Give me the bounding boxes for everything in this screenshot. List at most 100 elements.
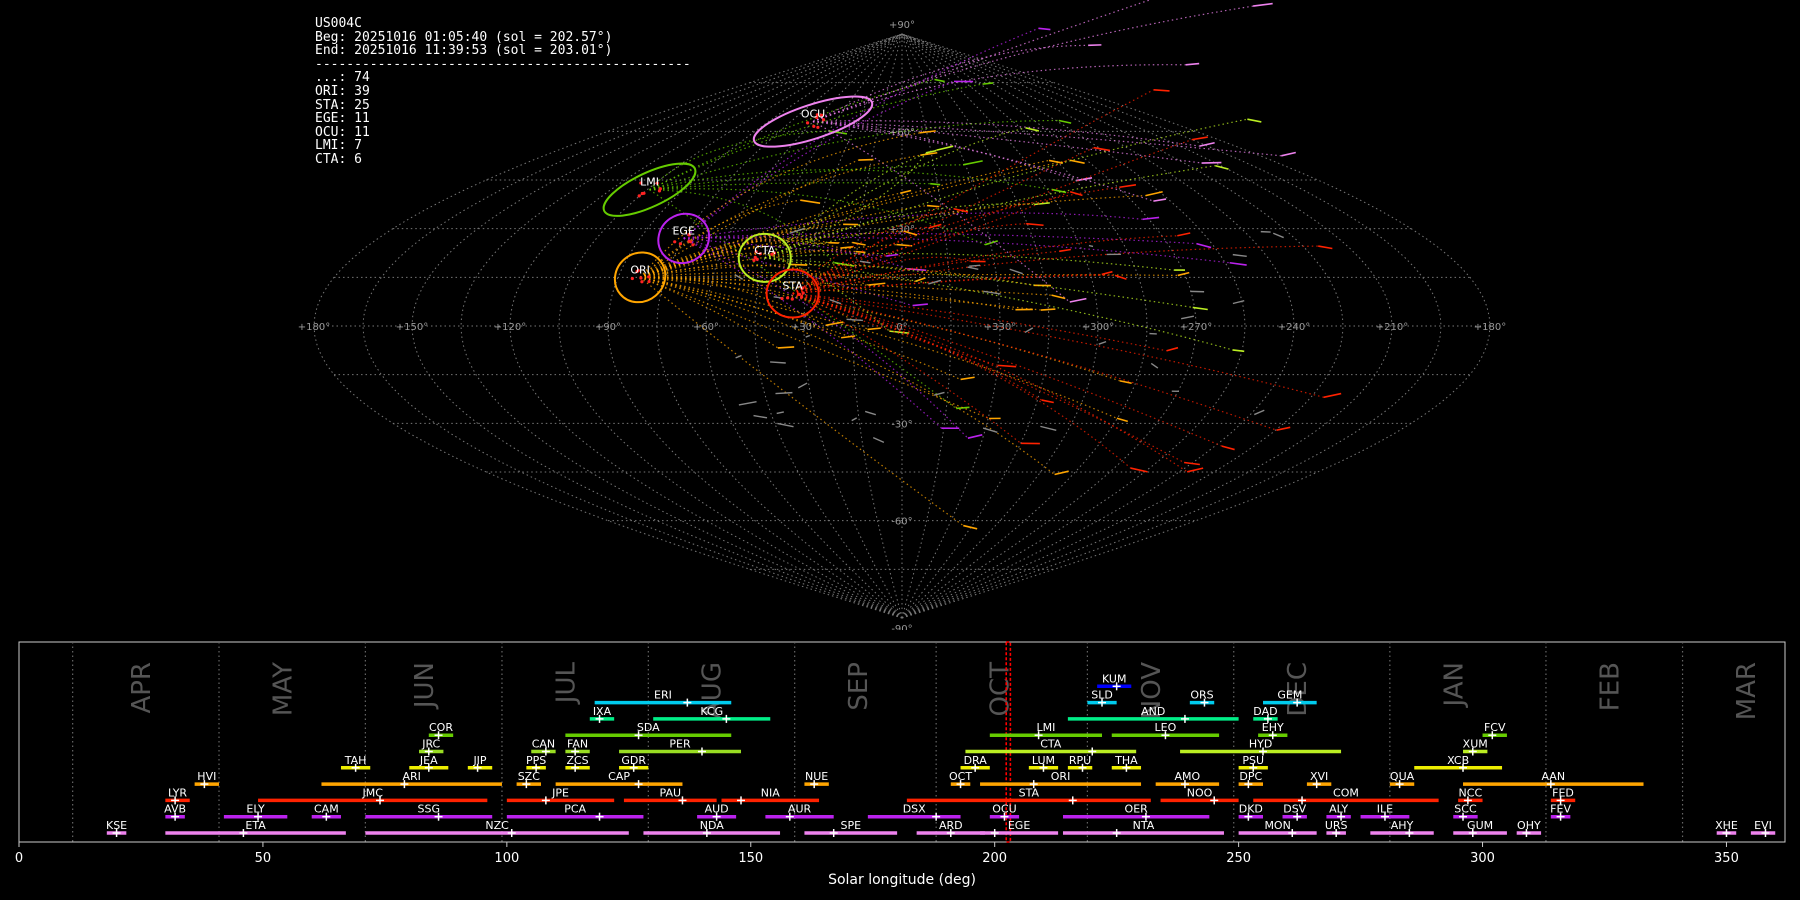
meteor-end-segment [1221,445,1235,451]
meteor-trail [639,276,1055,475]
meteor-end-segment [867,327,881,331]
shower-label: JEA [419,754,438,767]
shower-label: PCA [564,803,586,816]
radiant-point [657,189,662,193]
sporadic-meteor [1024,327,1034,334]
meteor-end-segment [1038,27,1051,31]
shower-label: LMI [1036,721,1055,734]
radiant-point [688,240,693,244]
shower-label: NUE [805,770,828,783]
lon-tick-label: +120° [494,322,526,333]
shower-label: SZC [518,770,541,783]
radiant-label: ORI [630,263,650,276]
shower-label: LEO [1155,721,1177,734]
meteor-end-segment [1318,245,1333,250]
lon-tick-label: +90° [595,322,621,333]
meteor-end-segment [934,78,945,83]
sporadic-meteor [776,411,784,415]
lon-tick-label: +270° [1180,322,1212,333]
meteor-trail [683,237,969,439]
shower-label: ZCS [566,754,588,767]
meteor-trail [639,276,1118,419]
shower-label: TAH [344,754,367,767]
meteor-end-segment [1166,346,1179,352]
shower-label: DKD [1239,803,1263,816]
shower-label: XUM [1463,738,1488,751]
x-tick-label: 250 [1226,851,1251,866]
lat-tick-label: -60° [891,517,912,528]
shower-label: PER [669,738,691,751]
radiant-point [755,257,759,261]
sporadic-meteor [1098,340,1107,345]
shower-label: FAN [567,738,588,751]
shower-label: AAN [1541,770,1565,783]
shower-label: ERI [654,689,672,702]
sporadic-meteor [738,401,757,406]
shower-label: CAP [608,770,630,783]
lon-tick-label: +240° [1278,322,1310,333]
radiant-point [640,191,644,196]
shower-label: ELY [246,803,265,816]
meteor-trail [812,5,1254,123]
shower-label: OER [1125,803,1149,816]
x-tick-label: 0 [15,851,23,866]
meteor-end-segment [900,189,912,194]
shower-label: KSE [106,819,127,832]
radiant-point [640,280,644,284]
month-label: JUN [410,662,440,710]
meteor-trail [792,245,1319,295]
meteor-trail [812,120,1200,147]
x-tick-label: 300 [1470,851,1495,866]
meteor-end-segment [1119,184,1137,189]
sporadic-meteor [775,391,793,395]
meteor-end-segment [868,282,886,286]
meteor-end-segment [789,263,808,266]
shower-label: AND [1141,705,1165,718]
shower-label: RPU [1069,754,1091,767]
meteor-end-segment [1142,216,1160,221]
x-axis-label: Solar longitude (deg) [828,872,976,888]
x-tick-label: 50 [255,851,272,866]
shower-label: XHE [1715,819,1738,832]
shower-label: GDR [621,754,646,767]
shower-label: STA [1019,786,1040,799]
sporadic-meteor [770,361,786,364]
lon-tick-label: +180° [1474,322,1506,333]
meteor-end-segment [1184,461,1200,466]
radiant-label: LMI [640,176,659,189]
shower-label: JMC [361,786,383,799]
shower-label: ALY [1329,803,1348,816]
meteor-end-segment [926,204,940,208]
meteor-trail [764,257,1233,351]
meteor-trail [792,293,1042,401]
meteor-end-segment [800,199,821,205]
month-label: FEB [1595,662,1625,711]
shower-label: PAU [660,786,682,799]
shower-label: QUA [1390,770,1415,783]
meteor-end-segment [956,406,970,410]
sporadic-meteor [928,279,942,285]
month-label: JAN [1439,662,1469,708]
shower-label: SSG [418,803,441,816]
radiant-label: CTA [754,244,776,257]
shower-label: NTA [1133,819,1155,832]
shower-label: ORS [1190,689,1213,702]
meteor-end-segment [962,160,983,166]
shower-label: URS [1325,819,1348,832]
radiant-point [797,292,802,297]
radiant-label: OCU [801,108,825,121]
lat-tick-label: -30° [891,419,912,430]
shower-label: DSX [903,803,926,816]
meteor-end-segment [984,240,999,246]
shower-label: JRC [421,738,440,751]
meridian-line [362,33,903,619]
meteor-end-segment [1058,119,1072,124]
shower-label: PPS [526,754,546,767]
meteor-end-segment [825,321,844,327]
shower-label: FCV [1484,721,1506,734]
shower-label: DAD [1253,705,1277,718]
shower-label: KUM [1102,672,1126,685]
radiant-point [647,279,651,284]
shower-label: AMO [1175,770,1201,783]
shower-label: CAM [314,803,339,816]
